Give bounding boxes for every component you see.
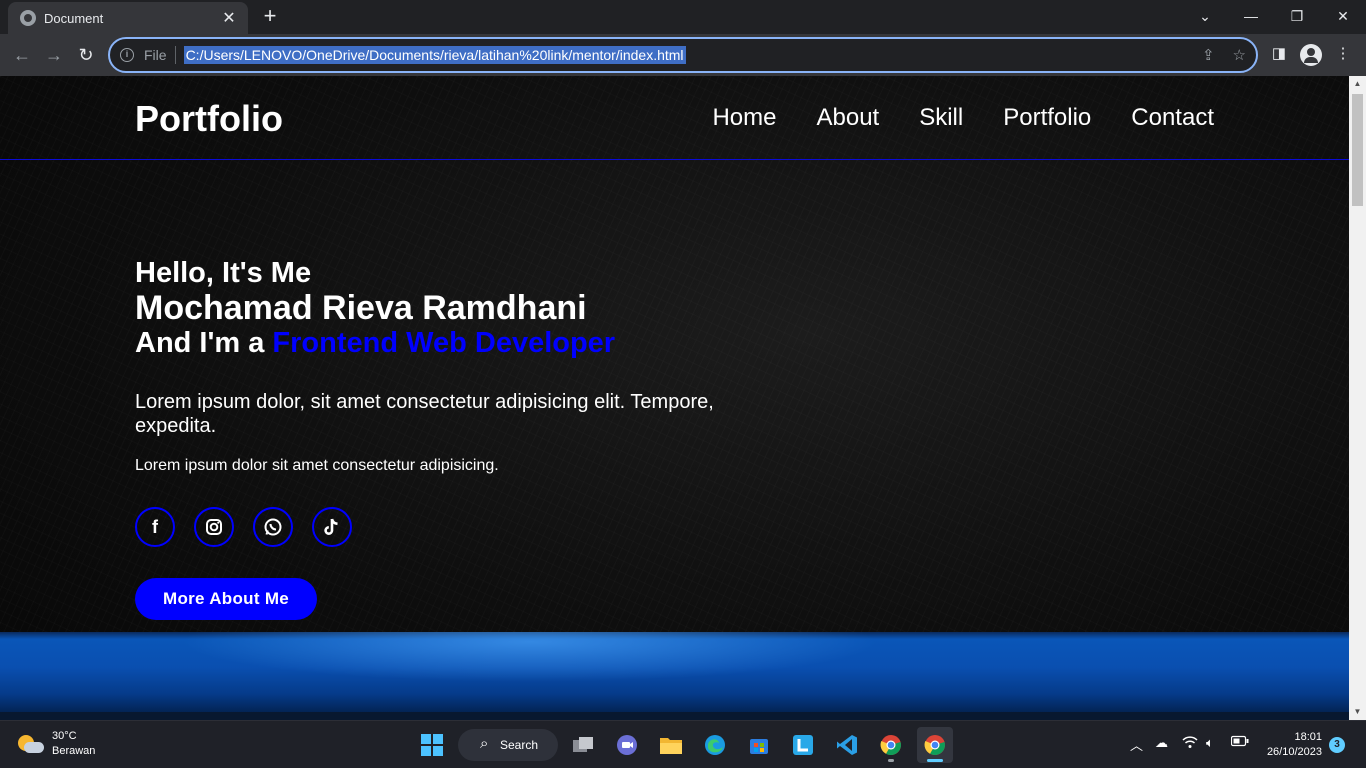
browser-toolbar: ← → ↻ i File C:/Users/LENOVO/OneDrive/Do…	[0, 34, 1366, 76]
page-scrollbar[interactable]: ▲ ▼	[1349, 76, 1366, 720]
teams-chat-icon[interactable]	[609, 727, 645, 763]
weather-condition: Berawan	[52, 745, 96, 757]
task-view-icon[interactable]	[565, 727, 601, 763]
profile-icon	[1300, 44, 1322, 66]
windows-taskbar: 30°C Berawan Search ︿ ☁ 🔈︎	[0, 720, 1366, 768]
scheme-label: File	[144, 47, 167, 63]
browser-tab[interactable]: Document ✕	[8, 2, 248, 34]
tab-title: Document	[44, 10, 104, 26]
scroll-thumb[interactable]	[1352, 94, 1363, 206]
scroll-down-icon[interactable]: ▼	[1349, 704, 1366, 720]
nav-contact[interactable]: Contact	[1131, 104, 1214, 132]
chrome-active-icon[interactable]	[917, 727, 953, 763]
site-logo[interactable]: Portfolio	[135, 98, 283, 140]
share-icon[interactable]: ⇪	[1202, 46, 1215, 64]
next-section-band	[0, 632, 1349, 720]
nav-skill[interactable]: Skill	[919, 104, 963, 132]
forward-icon[interactable]: →	[42, 43, 66, 67]
hero-section: Hello, It's Me Mochamad Rieva Ramdhani A…	[135, 256, 755, 620]
more-menu-icon[interactable]: ⋮	[1332, 44, 1354, 62]
restore-button[interactable]: ❐	[1274, 0, 1320, 32]
partly-cloudy-icon	[18, 733, 44, 755]
file-explorer-icon[interactable]	[653, 727, 689, 763]
side-panel-icon[interactable]: ◨	[1268, 44, 1290, 62]
tab-search-icon[interactable]: ⌄	[1182, 0, 1228, 32]
info-icon[interactable]: i	[120, 48, 134, 62]
hero-name: Mochamad Rieva Ramdhani	[135, 289, 587, 327]
volume-icon[interactable]: 🔈︎	[1206, 735, 1214, 751]
hero-subdescription: Lorem ipsum dolor sit amet consectetur a…	[135, 457, 499, 474]
weather-widget[interactable]: 30°C Berawan	[18, 729, 95, 759]
nav-about[interactable]: About	[817, 104, 880, 132]
tab-close-button[interactable]: ✕	[220, 8, 238, 28]
weather-temp: 30°C	[52, 730, 77, 742]
edge-browser-icon[interactable]	[697, 727, 733, 763]
divider	[174, 46, 176, 64]
onedrive-error-icon[interactable]: ☁	[1155, 735, 1168, 751]
active-indicator	[927, 759, 943, 762]
clock-date: 26/10/2023	[1266, 746, 1322, 758]
wifi-icon[interactable]	[1182, 735, 1198, 752]
instagram-icon[interactable]	[194, 507, 234, 547]
start-button[interactable]	[414, 727, 450, 763]
vscode-icon[interactable]	[829, 727, 865, 763]
hero-description: Lorem ipsum dolor, sit amet consectetur …	[135, 391, 714, 437]
tiktok-icon[interactable]	[312, 507, 352, 547]
facebook-icon[interactable]: f	[135, 507, 175, 547]
back-icon[interactable]: ←	[10, 43, 34, 67]
nav-home[interactable]: Home	[712, 104, 776, 132]
notification-badge[interactable]: 3	[1329, 737, 1345, 753]
hero-role-line: And I'm a Frontend Web Developer	[135, 326, 755, 360]
bookmark-star-icon[interactable]: ☆	[1233, 46, 1246, 64]
reload-icon[interactable]: ↻	[74, 43, 98, 67]
browser-tab-bar: Document ✕ + ⌄ — ❐ ✕	[0, 0, 1366, 34]
clock-time: 18:01	[1294, 731, 1322, 743]
chevron-up-icon[interactable]: ︿	[1130, 735, 1143, 754]
role-text: Frontend Web Developer	[272, 327, 616, 359]
hero-greeting: Hello, It's Me	[135, 257, 312, 289]
page-viewport: Portfolio Home About Skill Portfolio Con…	[0, 76, 1349, 720]
scroll-up-icon[interactable]: ▲	[1349, 76, 1366, 92]
url-text[interactable]: C:/Users/LENOVO/OneDrive/Documents/rieva…	[183, 46, 686, 64]
close-window-button[interactable]: ✕	[1320, 0, 1366, 32]
globe-icon	[20, 10, 36, 26]
social-links: f	[135, 507, 755, 547]
running-indicator	[888, 759, 894, 762]
minimize-button[interactable]: —	[1228, 0, 1274, 32]
profile-button[interactable]	[1300, 44, 1322, 66]
new-tab-button[interactable]: +	[258, 4, 282, 28]
address-bar[interactable]: i File C:/Users/LENOVO/OneDrive/Document…	[108, 37, 1258, 73]
microsoft-store-icon[interactable]	[741, 727, 777, 763]
nav-portfolio[interactable]: Portfolio	[1003, 104, 1091, 132]
system-clock[interactable]: 18:01 26/10/2023	[1267, 730, 1322, 760]
chrome-icon[interactable]	[873, 727, 909, 763]
l-app-icon[interactable]	[785, 727, 821, 763]
taskbar-search[interactable]: Search	[458, 729, 558, 761]
more-about-me-button[interactable]: More About Me	[135, 578, 318, 620]
whatsapp-icon[interactable]	[253, 507, 293, 547]
role-prefix: And I'm a	[135, 327, 273, 359]
search-label: Search	[500, 738, 539, 752]
site-nav: Home About Skill Portfolio Contact	[712, 104, 1214, 132]
battery-icon[interactable]	[1230, 735, 1249, 750]
site-header: Portfolio Home About Skill Portfolio Con…	[0, 76, 1349, 160]
